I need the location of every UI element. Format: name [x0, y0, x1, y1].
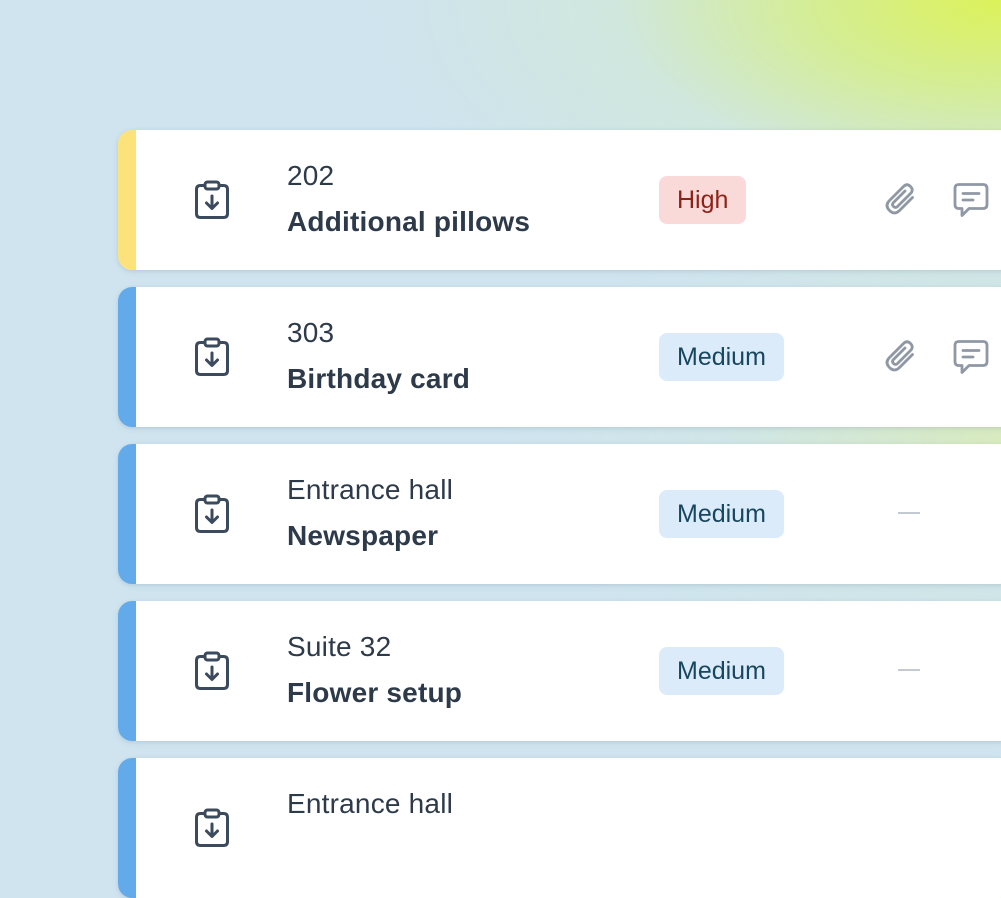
task-card-body: 303 Birthday card Medium [136, 287, 1001, 427]
priority-badge: Medium [659, 490, 784, 538]
clipboard-download-icon [193, 651, 231, 691]
no-attachments-dash [898, 512, 920, 514]
task-location: 202 [287, 160, 335, 191]
task-list: 202 Additional pillows High 303 Birthday… [118, 0, 1001, 898]
no-attachments-dash [898, 669, 920, 671]
clipboard-download-icon [193, 337, 231, 377]
priority-badge: Medium [659, 647, 784, 695]
priority-stripe-medium [118, 601, 136, 741]
clipboard-download-icon [193, 494, 231, 534]
task-card[interactable]: Entrance hall Newspaper Medium [118, 444, 1001, 584]
comment-icon[interactable] [951, 180, 991, 220]
task-location: Entrance hall [287, 788, 454, 819]
task-card-body: Entrance hall Newspaper Medium [136, 444, 1001, 584]
paperclip-icon[interactable] [881, 337, 921, 377]
task-card[interactable]: Suite 32 Flower setup Medium [118, 601, 1001, 741]
task-title: Newspaper [287, 520, 439, 551]
clipboard-download-icon [193, 180, 231, 220]
task-location: Suite 32 [287, 631, 392, 662]
clipboard-download-icon [193, 808, 231, 848]
task-title: Additional pillows [287, 206, 531, 237]
priority-badge: High [659, 176, 747, 224]
comment-icon[interactable] [951, 337, 991, 377]
task-card[interactable]: 303 Birthday card Medium [118, 287, 1001, 427]
task-location: 303 [287, 317, 335, 348]
priority-stripe-medium [118, 444, 136, 584]
priority-badge: Medium [659, 333, 784, 381]
priority-stripe-high [118, 130, 136, 270]
task-title: Birthday card [287, 363, 471, 394]
task-card-body: Suite 32 Flower setup Medium [136, 601, 1001, 741]
task-card-body: Entrance hall [136, 758, 1001, 898]
task-card[interactable]: Entrance hall [118, 758, 1001, 898]
priority-stripe-medium [118, 758, 136, 898]
task-location: Entrance hall [287, 474, 454, 505]
task-card[interactable]: 202 Additional pillows High [118, 130, 1001, 270]
task-title: Flower setup [287, 677, 463, 708]
task-card-body: 202 Additional pillows High [136, 130, 1001, 270]
priority-stripe-medium [118, 287, 136, 427]
paperclip-icon[interactable] [881, 180, 921, 220]
